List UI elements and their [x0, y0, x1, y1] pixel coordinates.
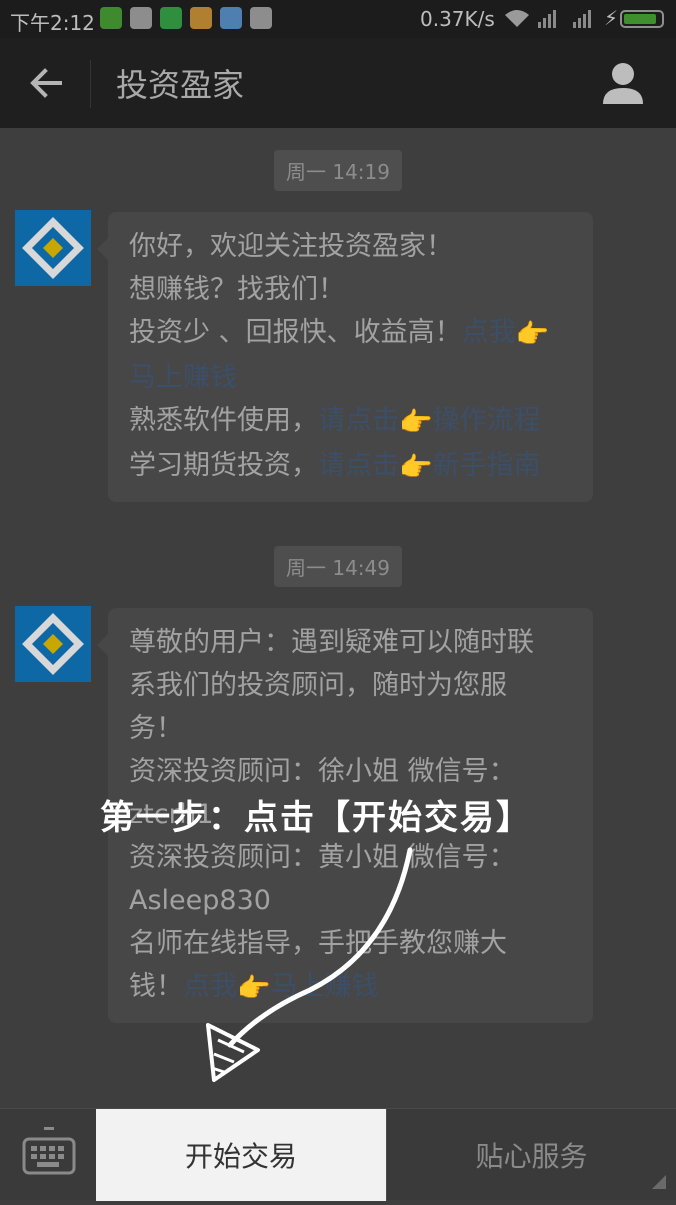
status-bar: 下午2:12 0.37K/s ⚡ — [0, 0, 676, 38]
keyboard-toggle-button[interactable] — [0, 1109, 96, 1201]
message-timestamp: 周一 14:19 — [274, 150, 402, 191]
message-line: 尊敬的用户：遇到疑难可以随时联 — [129, 627, 534, 658]
keyboard-icon — [22, 1127, 76, 1175]
logo-icon — [22, 217, 84, 279]
back-arrow-icon[interactable] — [28, 62, 64, 104]
message-link[interactable]: 点我 — [462, 317, 516, 348]
customer-service-label: 贴心服务 — [475, 1140, 588, 1173]
account-avatar[interactable] — [15, 606, 91, 682]
account-avatar[interactable] — [15, 210, 91, 286]
message-line: 想赚钱？找我们！ — [129, 274, 345, 305]
signal-icon — [538, 10, 556, 28]
message-bubble: 你好，欢迎关注投资盈家！ 想赚钱？找我们！ 投资少 、回报快、收益高！点我👉 马… — [97, 212, 593, 502]
phone-icon — [160, 7, 182, 29]
notification-icons — [100, 7, 272, 29]
message-line: 你好，欢迎关注投资盈家！ — [129, 231, 453, 262]
charging-icon: ⚡ — [604, 6, 619, 30]
status-time: 下午2:12 — [10, 11, 95, 35]
message-link[interactable]: 请点击 — [318, 450, 399, 481]
message-line: 马上赚钱 — [129, 356, 583, 399]
app-notification-icon — [100, 7, 122, 29]
battery-icon — [620, 10, 664, 28]
chat-header: 投资盈家 — [0, 38, 676, 128]
signal-icon — [573, 10, 591, 28]
message-line: 务！ — [129, 713, 183, 744]
message-line: 投资少 、回报快、收益高！点我👉 — [129, 311, 583, 356]
pointing-hand-icon: 👉 — [399, 452, 433, 483]
play-store-icon — [250, 7, 272, 29]
logo-icon — [22, 613, 84, 675]
page-title: 投资盈家 — [116, 66, 245, 104]
submenu-corner-icon — [652, 1175, 666, 1189]
customer-service-button[interactable]: 贴心服务 — [386, 1109, 676, 1201]
message-timestamp: 周一 14:49 — [274, 546, 402, 587]
header-divider — [90, 60, 91, 108]
network-speed: 0.37K/s — [420, 7, 495, 31]
message-link[interactable]: 请点击 — [318, 405, 399, 436]
wifi-icon — [505, 10, 529, 27]
battery-level — [624, 14, 656, 24]
start-trading-button[interactable]: 开始交易 — [96, 1109, 386, 1201]
app-notification-icon — [220, 7, 242, 29]
pointing-hand-icon: 👉 — [515, 319, 550, 350]
message-link[interactable]: 马上赚钱 — [129, 362, 237, 393]
play-store-icon — [130, 7, 152, 29]
message-line: 系我们的投资顾问，随时为您服 — [129, 670, 507, 701]
message-link[interactable]: 新手指南 — [433, 450, 541, 481]
message-line: 资深投资顾问：徐小姐 微信号： — [129, 756, 516, 787]
tutorial-arrow-icon — [206, 847, 413, 1082]
message-link[interactable]: 操作流程 — [433, 405, 541, 436]
message-line: 学习期货投资，请点击👉新手指南 — [129, 444, 583, 489]
tutorial-instruction: 第一步：点击【开始交易】 — [100, 798, 532, 838]
message-line: 熟悉软件使用，请点击👉操作流程 — [129, 399, 583, 444]
profile-icon[interactable] — [600, 60, 646, 106]
bottom-menu: 开始交易 贴心服务 — [0, 1108, 676, 1201]
pointing-hand-icon: 👉 — [399, 407, 433, 438]
app-notification-icon — [190, 7, 212, 29]
